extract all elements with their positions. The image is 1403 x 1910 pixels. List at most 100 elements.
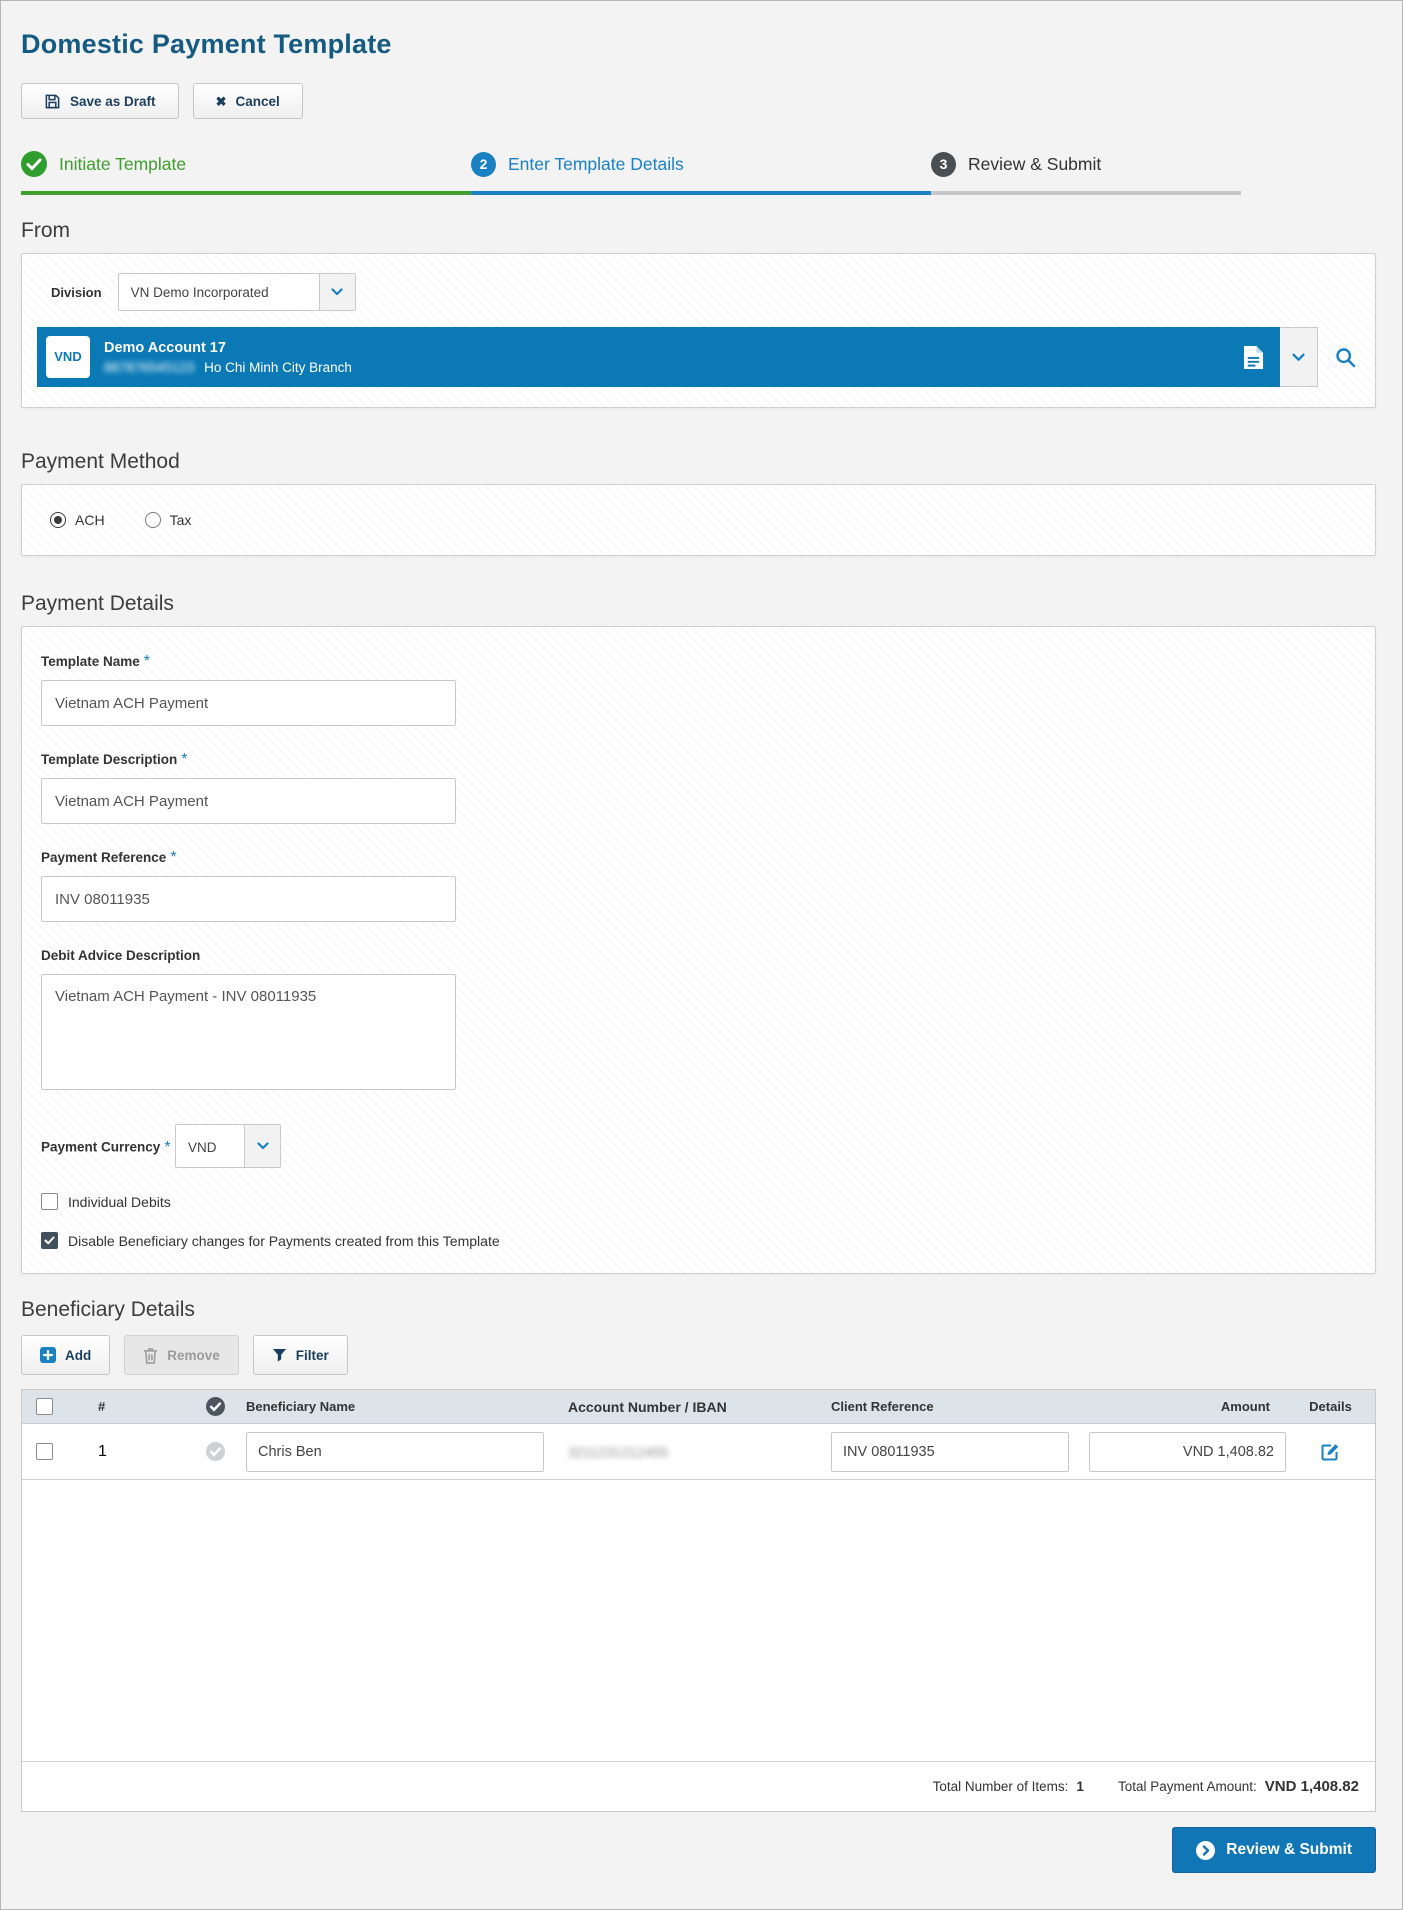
add-plus-icon: [40, 1347, 56, 1363]
account-row: VND Demo Account 17 887876545123 Ho Chi …: [37, 327, 1360, 387]
required-asterisk: *: [164, 1138, 171, 1156]
add-beneficiary-button[interactable]: Add: [21, 1335, 111, 1375]
details-header: Details: [1309, 1399, 1352, 1414]
remove-beneficiary-button[interactable]: Remove: [124, 1335, 239, 1375]
debit-account-selector[interactable]: VND Demo Account 17 887876545123 Ho Chi …: [37, 327, 1280, 387]
total-amount-label: Total Payment Amount:: [1117, 1779, 1257, 1794]
footer-actions: Review & Submit: [21, 1827, 1376, 1873]
trash-icon: [143, 1347, 158, 1364]
required-asterisk: *: [143, 653, 151, 670]
row-index: 1: [98, 1442, 107, 1460]
payment-method-panel: ACH Tax: [21, 484, 1376, 556]
individual-debits-checkbox-row[interactable]: Individual Debits: [41, 1193, 1375, 1210]
save-as-draft-button[interactable]: Save as Draft: [21, 83, 179, 119]
beneficiary-name-input[interactable]: [246, 1431, 544, 1472]
step-progress-bar-pending: [931, 191, 1241, 195]
checkbox-unchecked-icon[interactable]: [41, 1193, 58, 1210]
step-number-badge: 2: [471, 151, 496, 177]
division-select[interactable]: VN Demo Incorporated: [117, 273, 356, 311]
step-label: Review & Submit: [968, 153, 1102, 174]
template-description-group: Template Description *: [41, 751, 1375, 824]
required-asterisk: *: [170, 849, 177, 866]
beneficiary-account-number-redacted: 3211231212455: [568, 1443, 669, 1460]
debit-advice-description-label: Debit Advice Description: [41, 948, 201, 963]
amount-input[interactable]: [1089, 1431, 1286, 1472]
table-totals-row: Total Number of Items: 1 Total Payment A…: [22, 1761, 1375, 1811]
account-number-header: Account Number / IBAN: [568, 1398, 727, 1415]
radio-ach[interactable]: ACH: [50, 512, 105, 528]
beneficiary-details-heading: Beneficiary Details: [21, 1298, 195, 1321]
step-indicator: Initiate Template 2 Enter Template Detai…: [21, 151, 1376, 195]
save-floppy-icon: [44, 93, 61, 110]
amount-header: Amount: [1220, 1399, 1270, 1414]
account-chevron-down-icon[interactable]: [1280, 327, 1318, 387]
step-progress-bar-active: [471, 191, 931, 195]
step-complete-check-icon: [21, 151, 47, 177]
radio-label: Tax: [169, 512, 192, 528]
filter-button[interactable]: Filter: [252, 1335, 348, 1375]
select-all-checkbox[interactable]: [35, 1398, 53, 1415]
client-reference-header: Client Reference: [831, 1399, 934, 1414]
debit-advice-description-textarea[interactable]: Vietnam ACH Payment - INV 08011935: [41, 974, 456, 1090]
payment-details-heading: Payment Details: [21, 592, 174, 615]
review-submit-label: Review & Submit: [1226, 1841, 1352, 1858]
step-enter-template-details[interactable]: 2 Enter Template Details: [471, 151, 931, 195]
chevron-down-icon[interactable]: [244, 1125, 280, 1167]
radio-unselected-icon: [144, 512, 161, 528]
payment-currency-select[interactable]: VND: [175, 1124, 281, 1168]
page-title: Domestic Payment Template: [21, 29, 392, 59]
division-row: Division VN Demo Incorporated: [37, 273, 1360, 311]
arrow-right-circle-icon: [1196, 1840, 1216, 1860]
template-name-group: Template Name *: [41, 653, 1375, 726]
beneficiary-table-header: # Beneficiary Name Account Number / IBAN…: [22, 1390, 1375, 1424]
cancel-label: Cancel: [235, 93, 280, 109]
account-number-redacted: 887876545123: [104, 360, 195, 375]
radio-selected-icon: [50, 512, 66, 528]
review-submit-button[interactable]: Review & Submit: [1172, 1827, 1376, 1873]
individual-debits-label: Individual Debits: [68, 1193, 171, 1210]
total-items-value: 1: [1076, 1779, 1084, 1794]
payment-reference-label: Payment Reference: [41, 850, 167, 865]
row-checkbox[interactable]: [35, 1443, 53, 1460]
template-description-input[interactable]: [41, 778, 456, 824]
payment-method-options: ACH Tax: [50, 512, 191, 528]
total-items-label: Total Number of Items:: [932, 1779, 1069, 1794]
beneficiary-toolbar: Add Remove Filter: [21, 1335, 1376, 1375]
account-statement-document-icon[interactable]: [1243, 345, 1264, 370]
disable-beneficiary-label: Disable Beneficiary changes for Payments…: [68, 1232, 500, 1249]
radio-tax[interactable]: Tax: [144, 512, 192, 528]
checkbox-checked-icon[interactable]: [41, 1232, 58, 1249]
payment-details-panel: Template Name* Template Description* Pay…: [21, 626, 1376, 1274]
index-header: #: [98, 1399, 106, 1414]
template-description-label: Template Description: [41, 752, 178, 767]
account-info: Demo Account 17 887876545123 Ho Chi Minh…: [104, 339, 1243, 375]
cancel-button[interactable]: ✖ Cancel: [192, 83, 303, 119]
payment-reference-input[interactable]: [41, 876, 456, 922]
account-search-icon[interactable]: [1335, 347, 1356, 368]
disable-beneficiary-checkbox-row[interactable]: Disable Beneficiary changes for Payments…: [41, 1232, 1375, 1249]
filter-funnel-icon: [272, 1348, 287, 1363]
beneficiary-name-header: Beneficiary Name: [246, 1399, 356, 1414]
payment-method-heading: Payment Method: [21, 450, 180, 473]
chevron-down-icon[interactable]: [318, 274, 355, 310]
template-name-input[interactable]: [41, 680, 456, 726]
table-empty-area: [22, 1480, 1375, 1761]
step-label: Enter Template Details: [508, 153, 684, 174]
header-toolbar: Save as Draft ✖ Cancel: [21, 83, 1376, 119]
account-name: Demo Account 17: [104, 340, 226, 356]
payment-currency-label: Payment Currency: [41, 1139, 161, 1155]
edit-details-icon[interactable]: [1320, 1441, 1341, 1462]
division-label: Division: [51, 284, 102, 300]
client-reference-input[interactable]: [831, 1431, 1069, 1472]
currency-badge: VND: [46, 336, 90, 378]
cancel-x-icon: ✖: [215, 93, 227, 109]
add-label: Add: [65, 1347, 92, 1363]
payment-currency-value: VND: [188, 1139, 217, 1155]
step-review-submit[interactable]: 3 Review & Submit: [931, 151, 1241, 195]
step-label: Initiate Template: [59, 153, 187, 174]
step-initiate-template[interactable]: Initiate Template: [21, 151, 471, 195]
radio-label: ACH: [75, 512, 105, 528]
template-name-label: Template Name: [41, 654, 140, 669]
filter-label: Filter: [295, 1347, 329, 1363]
debit-advice-description-group: Debit Advice Description Vietnam ACH Pay…: [41, 947, 1375, 1090]
